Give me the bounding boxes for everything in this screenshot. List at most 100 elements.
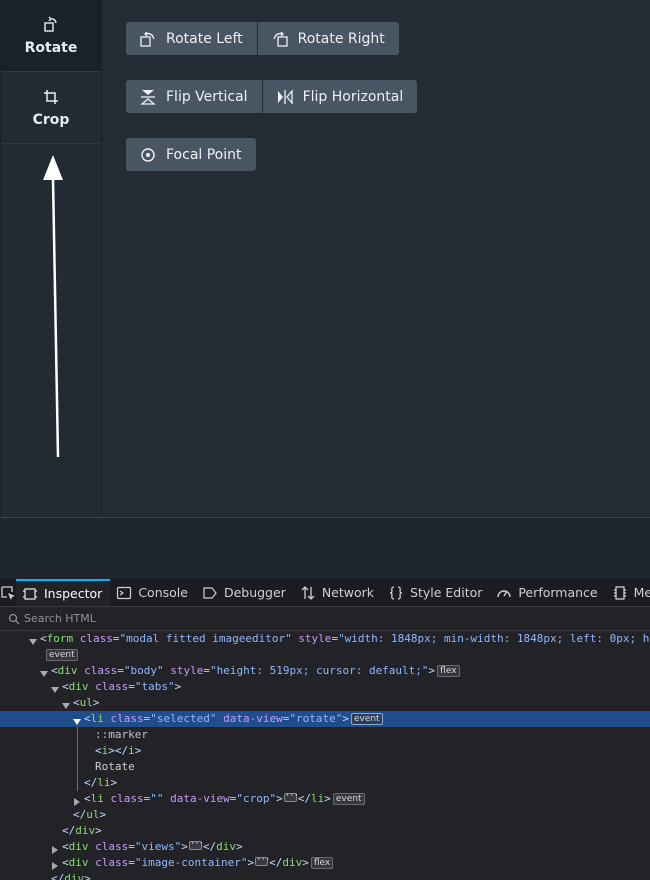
markup-token: </ [73, 808, 87, 821]
markup-token: ></ [108, 744, 129, 757]
tab-rotate[interactable]: Rotate [1, 0, 101, 72]
markup-token: = [128, 840, 135, 853]
devtools-tab-mem[interactable]: Mem [606, 579, 650, 606]
markup-node[interactable]: </div> [0, 823, 650, 839]
devtools-tab-console[interactable]: Console [110, 579, 196, 606]
markup-token: = [203, 664, 210, 677]
expand-triangle-open-icon[interactable] [40, 667, 48, 677]
flex-badge[interactable]: flex [310, 857, 334, 869]
markup-node[interactable]: <div class="tabs"> [0, 679, 650, 695]
expand-triangle-closed-icon[interactable] [51, 843, 59, 854]
expand-triangle-closed-icon[interactable] [73, 795, 81, 806]
markup-node[interactable]: </div> [0, 871, 650, 880]
expand-triangle-open-icon[interactable] [73, 715, 81, 725]
element-picker-button[interactable] [0, 579, 16, 606]
markup-token: = [117, 664, 124, 677]
console-icon [116, 585, 132, 601]
devtools-tab-label: Network [321, 585, 375, 600]
devtools-tab-label: Debugger [223, 585, 286, 600]
flex-badge[interactable]: flex [437, 665, 460, 677]
markup-token: = [128, 680, 135, 693]
selection-guide-line [77, 727, 78, 791]
event-badge[interactable]: event [46, 649, 78, 661]
annotation-arrow [43, 155, 63, 458]
rotate-left-button[interactable]: Rotate Left [126, 22, 257, 55]
markup-token: li [90, 792, 104, 805]
markup-token: li [310, 792, 325, 805]
rotate-view: Rotate Left Rotate Right Flip Vertical F… [126, 22, 418, 196]
markup-token: class [95, 680, 129, 693]
rotate-left-label: Rotate Left [166, 30, 243, 47]
markup-node[interactable]: <form class="modal fitted imageeditor" s… [0, 631, 650, 647]
markup-token: "height: 519px; cursor: default;" [210, 664, 429, 677]
flip-vertical-icon [138, 87, 158, 107]
flip-horizontal-button[interactable]: Flip Horizontal [262, 80, 418, 113]
markup-token: div [68, 680, 89, 693]
expand-triangle-open-icon[interactable] [62, 699, 70, 709]
markup-token: Rotate [95, 760, 135, 773]
markup-node[interactable]: ::marker [0, 727, 650, 743]
markup-node[interactable]: </ul> [0, 807, 650, 823]
flip-vertical-button[interactable]: Flip Vertical [126, 80, 262, 113]
markup-token: class [95, 840, 129, 853]
search-html-input[interactable] [24, 612, 424, 625]
markup-token: "views" [134, 840, 182, 853]
markup-token: < [62, 680, 69, 693]
devtools-tab-debugger[interactable]: Debugger [196, 579, 294, 606]
markup-token: ul [86, 808, 100, 821]
markup-token: div [68, 840, 89, 853]
markup-token: data-view [223, 712, 283, 725]
markup-token: </ [51, 872, 65, 880]
expand-triangle-open-icon[interactable] [29, 635, 37, 645]
markup-token: > [302, 856, 309, 869]
markup-node[interactable]: Rotate [0, 759, 650, 775]
collapsed-children-ellipsis[interactable] [255, 852, 269, 868]
expand-triangle-closed-icon[interactable] [51, 859, 59, 870]
markup-token: class [79, 632, 113, 645]
markup-token: > [247, 856, 255, 869]
markup-token: style [298, 632, 332, 645]
markup-token: "body" [123, 664, 164, 677]
collapsed-children-ellipsis[interactable] [283, 788, 298, 804]
devtools-tab-label: Style Editor [410, 585, 483, 600]
event-badge[interactable]: event [350, 713, 383, 725]
markup-token: div [216, 840, 236, 853]
markup-node[interactable]: </li> [0, 775, 650, 791]
devtools-tab-inspector[interactable]: Inspector [16, 579, 111, 606]
devtools-tab-style-editor[interactable]: Style Editor [382, 579, 490, 606]
rotate-right-label: Rotate Right [297, 30, 385, 47]
markup-token: > [84, 872, 91, 880]
markup-node[interactable]: <div class="views"></div> [0, 836, 650, 855]
rotate-right-button[interactable]: Rotate Right [257, 22, 399, 55]
markup-node[interactable]: <li class="selected" data-view="rotate">… [0, 711, 650, 727]
markup-node[interactable]: <ul> [0, 695, 650, 711]
markup-node[interactable]: <i></i> [0, 743, 650, 759]
markup-token: > [342, 712, 349, 725]
markup-token: < [84, 712, 91, 725]
markup-token: "crop" [236, 792, 277, 805]
focal-point-button[interactable]: Focal Point [126, 138, 256, 171]
markup-token: class [110, 712, 144, 725]
devtools-tab-label: Mem [633, 585, 650, 600]
memory-icon [612, 585, 628, 601]
markup-token: > [276, 792, 283, 805]
markup-token: </ [84, 776, 98, 789]
collapsed-children-ellipsis[interactable] [188, 836, 203, 852]
devtools-tab-network[interactable]: Network [294, 579, 382, 606]
devtools-tab-performance[interactable]: Performance [490, 579, 605, 606]
markup-token: </ [62, 824, 76, 837]
tab-crop[interactable]: Crop [1, 72, 101, 144]
markup-token: "tabs" [134, 680, 175, 693]
markup-node[interactable]: event [0, 647, 650, 663]
expand-triangle-open-icon[interactable] [51, 683, 59, 693]
markup-token: style [170, 664, 204, 677]
markup-token: </ [297, 792, 311, 805]
html-search-bar [0, 607, 650, 631]
devtools-tab-label: Console [138, 585, 188, 600]
markup-token [73, 632, 80, 645]
event-badge[interactable]: event [332, 793, 365, 805]
markup-token: = [128, 856, 135, 869]
markup-node[interactable]: <div class="image-container"></div>flex [0, 852, 650, 871]
markup-node[interactable]: <div class="body" style="height: 519px; … [0, 663, 650, 679]
markup-node[interactable]: <li class="" data-view="crop"></li>event [0, 788, 650, 807]
